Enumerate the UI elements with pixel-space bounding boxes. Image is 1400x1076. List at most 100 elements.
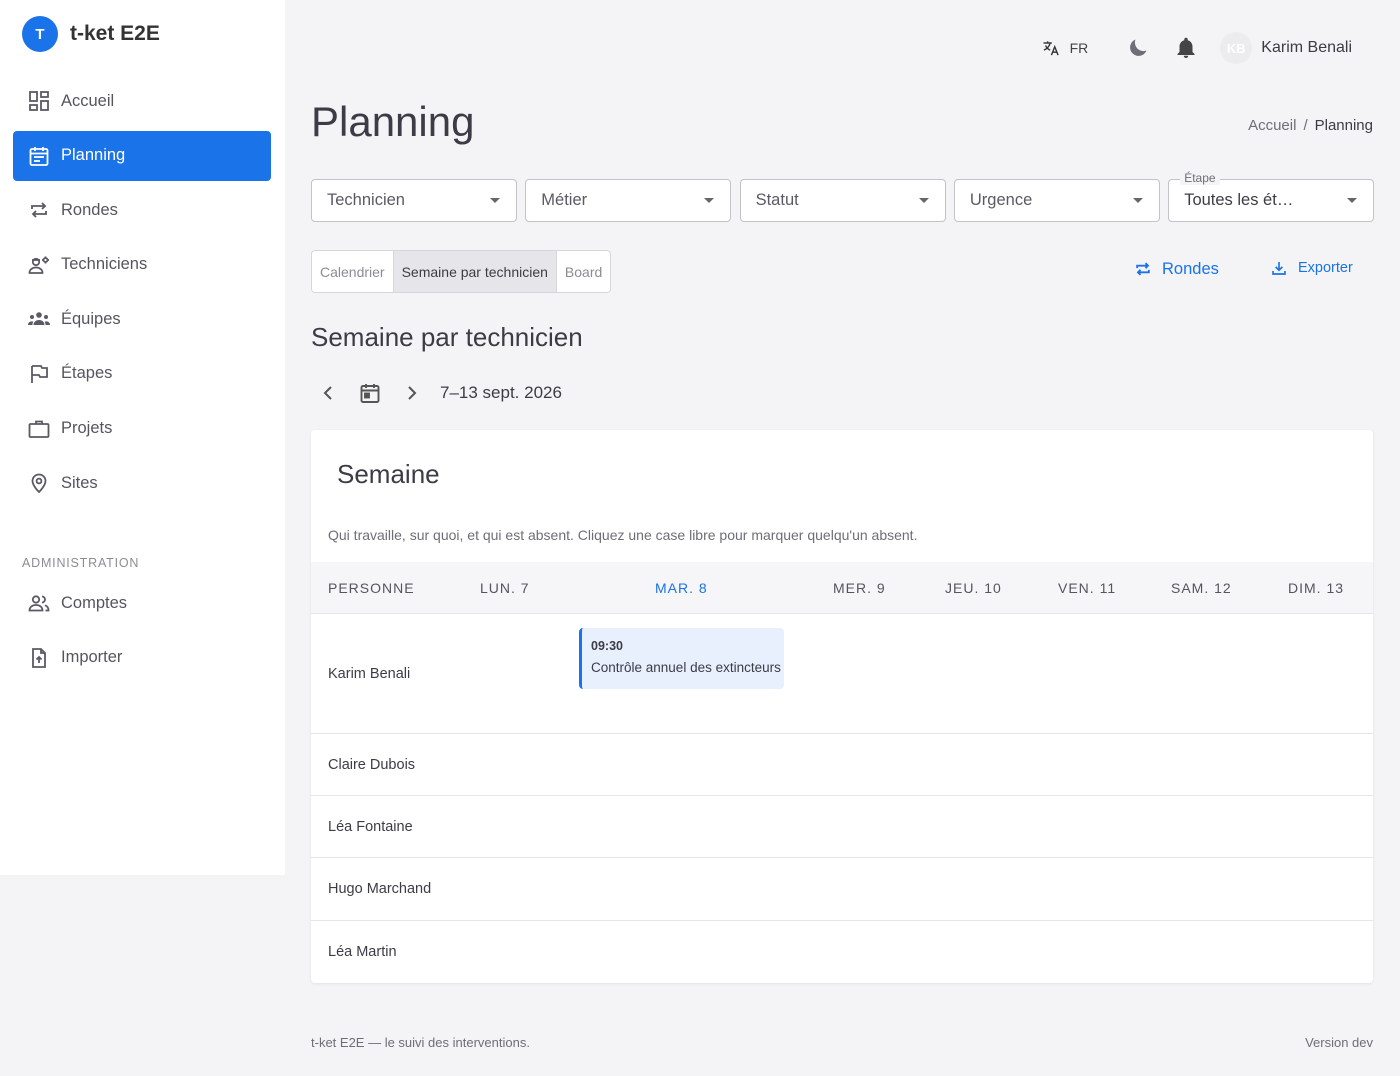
- sidebar-item-equipes[interactable]: Équipes: [13, 294, 271, 344]
- sidebar-item-comptes[interactable]: Comptes: [13, 578, 271, 628]
- urgence-select[interactable]: Urgence: [953, 179, 1160, 222]
- select-value: Toutes les ét…: [1184, 191, 1294, 209]
- language-switcher[interactable]: FR: [1041, 38, 1089, 58]
- column-header-mer: MER. 9: [833, 580, 886, 596]
- briefcase-icon: [27, 417, 51, 441]
- week-card: Semaine Qui travaille, sur quoi, et qui …: [311, 430, 1373, 983]
- rondes-button-label: Rondes: [1162, 259, 1219, 278]
- technician-name: Claire Dubois: [328, 757, 416, 773]
- breadcrumb-current: Planning: [1314, 117, 1373, 134]
- table-row[interactable]: Léa Fontaine: [311, 796, 1373, 858]
- footer-version: Version dev: [1305, 1035, 1373, 1050]
- card-title: Semaine: [337, 459, 440, 489]
- breadcrumb-link-accueil[interactable]: Accueil: [1248, 117, 1296, 134]
- user-menu[interactable]: KB Karim Benali: [1220, 32, 1352, 64]
- flag-icon: [27, 362, 51, 386]
- event-card[interactable]: 09:30 Contrôle annuel des extincteurs: [579, 628, 784, 689]
- file-upload-icon: [27, 646, 51, 670]
- export-button[interactable]: Exporter: [1270, 259, 1353, 277]
- select-placeholder: Technicien: [327, 191, 405, 209]
- repeat-icon: [1133, 259, 1153, 279]
- chevron-right-icon[interactable]: [400, 381, 424, 405]
- page-title: Planning: [311, 98, 475, 145]
- table-row[interactable]: Léa Martin: [311, 921, 1373, 983]
- select-placeholder: Métier: [541, 191, 588, 209]
- dropdown-arrow-icon: [704, 198, 715, 203]
- select-label: Étape: [1180, 171, 1220, 185]
- rondes-button[interactable]: Rondes: [1133, 259, 1219, 279]
- export-button-label: Exporter: [1298, 260, 1353, 276]
- table-row[interactable]: Hugo Marchand: [311, 858, 1373, 921]
- table-row[interactable]: Karim Benali 09:30 Contrôle annuel des e…: [311, 615, 1373, 734]
- table-header: PERSONNE LUN. 7 MAR. 8 MER. 9 JEU. 10 VE…: [311, 562, 1373, 614]
- sidebar-item-projets[interactable]: Projets: [13, 404, 271, 454]
- breadcrumb-separator: /: [1303, 117, 1308, 134]
- sidebar-item-label: Sites: [61, 473, 98, 492]
- language-code: FR: [1069, 40, 1089, 56]
- technician-name: Léa Martin: [328, 944, 397, 960]
- sidebar-item-rondes[interactable]: Rondes: [13, 185, 271, 235]
- statut-select[interactable]: Statut: [739, 179, 946, 222]
- dropdown-arrow-icon: [918, 198, 929, 203]
- brand-name: t-ket E2E: [70, 22, 160, 45]
- etape-select[interactable]: Étape Toutes les ét…: [1168, 171, 1375, 222]
- sidebar-item-label: Importer: [61, 648, 123, 667]
- view-board[interactable]: Board: [556, 251, 611, 292]
- calendar-icon[interactable]: [358, 381, 382, 405]
- sidebar-item-planning[interactable]: Planning: [13, 130, 271, 181]
- notification-bell-icon[interactable]: [1174, 36, 1198, 60]
- column-header-lun: LUN. 7: [480, 580, 530, 596]
- translate-icon: [1041, 38, 1061, 58]
- technician-name: Léa Fontaine: [328, 819, 413, 835]
- technicien-select[interactable]: Technicien: [311, 179, 517, 222]
- admin-nav: ADMINISTRATION Comptes Importer: [13, 530, 271, 687]
- dropdown-arrow-icon: [1347, 198, 1358, 203]
- repeat-icon: [27, 198, 51, 222]
- dark-mode-icon[interactable]: [1126, 36, 1150, 60]
- sidebar-item-etapes[interactable]: Étapes: [13, 349, 271, 399]
- sidebar-item-techniciens[interactable]: Techniciens: [13, 240, 271, 290]
- footer-tagline: t-ket E2E — le suivi des interventions.: [311, 1035, 530, 1050]
- sidebar-item-label: Rondes: [61, 200, 118, 219]
- view-semaine-par-technicien[interactable]: Semaine par technicien: [393, 251, 557, 292]
- brand[interactable]: T t-ket E2E: [22, 16, 160, 52]
- breadcrumb: Accueil / Planning: [1248, 117, 1373, 134]
- select-placeholder: Statut: [755, 191, 799, 209]
- column-header-personne: PERSONNE: [328, 580, 415, 596]
- metier-select[interactable]: Métier: [525, 179, 732, 222]
- card-subtitle: Qui travaille, sur quoi, et qui est abse…: [328, 527, 918, 543]
- chevron-left-icon[interactable]: [316, 381, 340, 405]
- event-time: 09:30: [591, 639, 623, 653]
- dropdown-arrow-icon: [490, 198, 500, 203]
- location-pin-icon: [27, 471, 51, 495]
- sidebar-item-label: Accueil: [61, 91, 115, 110]
- sidebar-item-label: Étapes: [61, 364, 113, 383]
- column-header-sam: SAM. 12: [1171, 580, 1232, 596]
- dashboard-icon: [27, 89, 51, 113]
- table-row[interactable]: Claire Dubois: [311, 734, 1373, 796]
- brand-logo: T: [22, 16, 58, 52]
- technician-name: Karim Benali: [328, 666, 411, 682]
- column-header-mar: MAR. 8: [655, 580, 708, 596]
- sidebar-item-accueil[interactable]: Accueil: [13, 76, 271, 126]
- avatar: KB: [1220, 32, 1253, 64]
- view-calendrier[interactable]: Calendrier: [312, 251, 394, 292]
- select-placeholder: Urgence: [969, 191, 1033, 209]
- sidebar: T t-ket E2E Accueil Planning Rondes Tech…: [0, 0, 285, 875]
- sidebar-item-label: Techniciens: [61, 255, 148, 274]
- sidebar-item-label: Équipes: [61, 309, 121, 328]
- week-range: 7–13 sept. 2026: [440, 383, 562, 402]
- engineer-icon: [27, 253, 51, 277]
- sidebar-item-label: Projets: [61, 419, 113, 438]
- sidebar-item-importer[interactable]: Importer: [13, 633, 271, 683]
- people-icon: [27, 591, 51, 615]
- view-toggle: Calendrier Semaine par technicien Board: [311, 250, 612, 293]
- filter-bar: Technicien Métier Statut Urgence Étape T…: [311, 171, 1375, 222]
- user-name: Karim Benali: [1261, 39, 1352, 56]
- column-header-jeu: JEU. 10: [945, 580, 1002, 596]
- download-icon: [1270, 259, 1288, 277]
- dropdown-arrow-icon: [1132, 198, 1143, 203]
- top-bar: FR KB Karim Benali: [1041, 28, 1352, 68]
- sidebar-item-sites[interactable]: Sites: [13, 458, 271, 508]
- column-header-ven: VEN. 11: [1058, 580, 1117, 596]
